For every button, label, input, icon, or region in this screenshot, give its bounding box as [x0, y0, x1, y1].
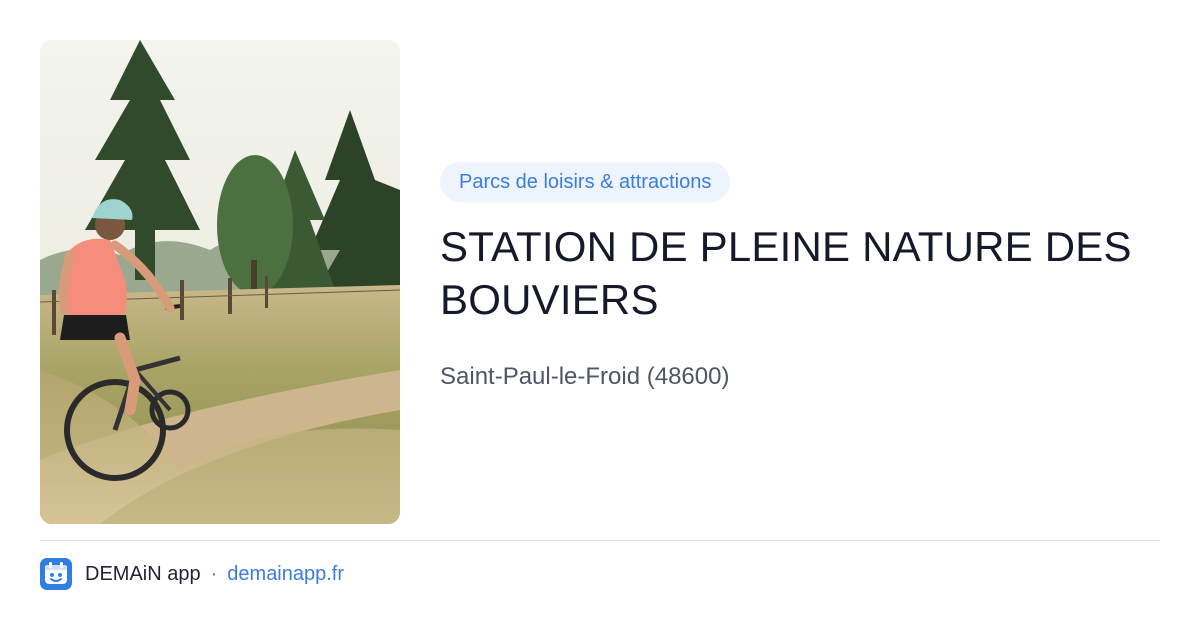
footer-separator: · [210, 562, 218, 585]
place-photo [40, 40, 400, 524]
app-url-link[interactable]: demainapp.fr [227, 563, 344, 586]
footer-divider [40, 540, 1160, 541]
footer: DEMAiN app · demainapp.fr [40, 557, 344, 591]
demain-app-logo-icon [40, 558, 72, 590]
card-content: Parcs de loisirs & attractions STATION D… [440, 162, 1160, 392]
place-title: STATION DE PLEINE NATURE DES BOUVIERS [440, 223, 1132, 323]
app-name: DEMAiN app [85, 562, 201, 585]
place-location: Saint-Paul-le-Froid (48600) [440, 363, 730, 390]
category-badge[interactable]: Parcs de loisirs & attractions [440, 162, 731, 202]
